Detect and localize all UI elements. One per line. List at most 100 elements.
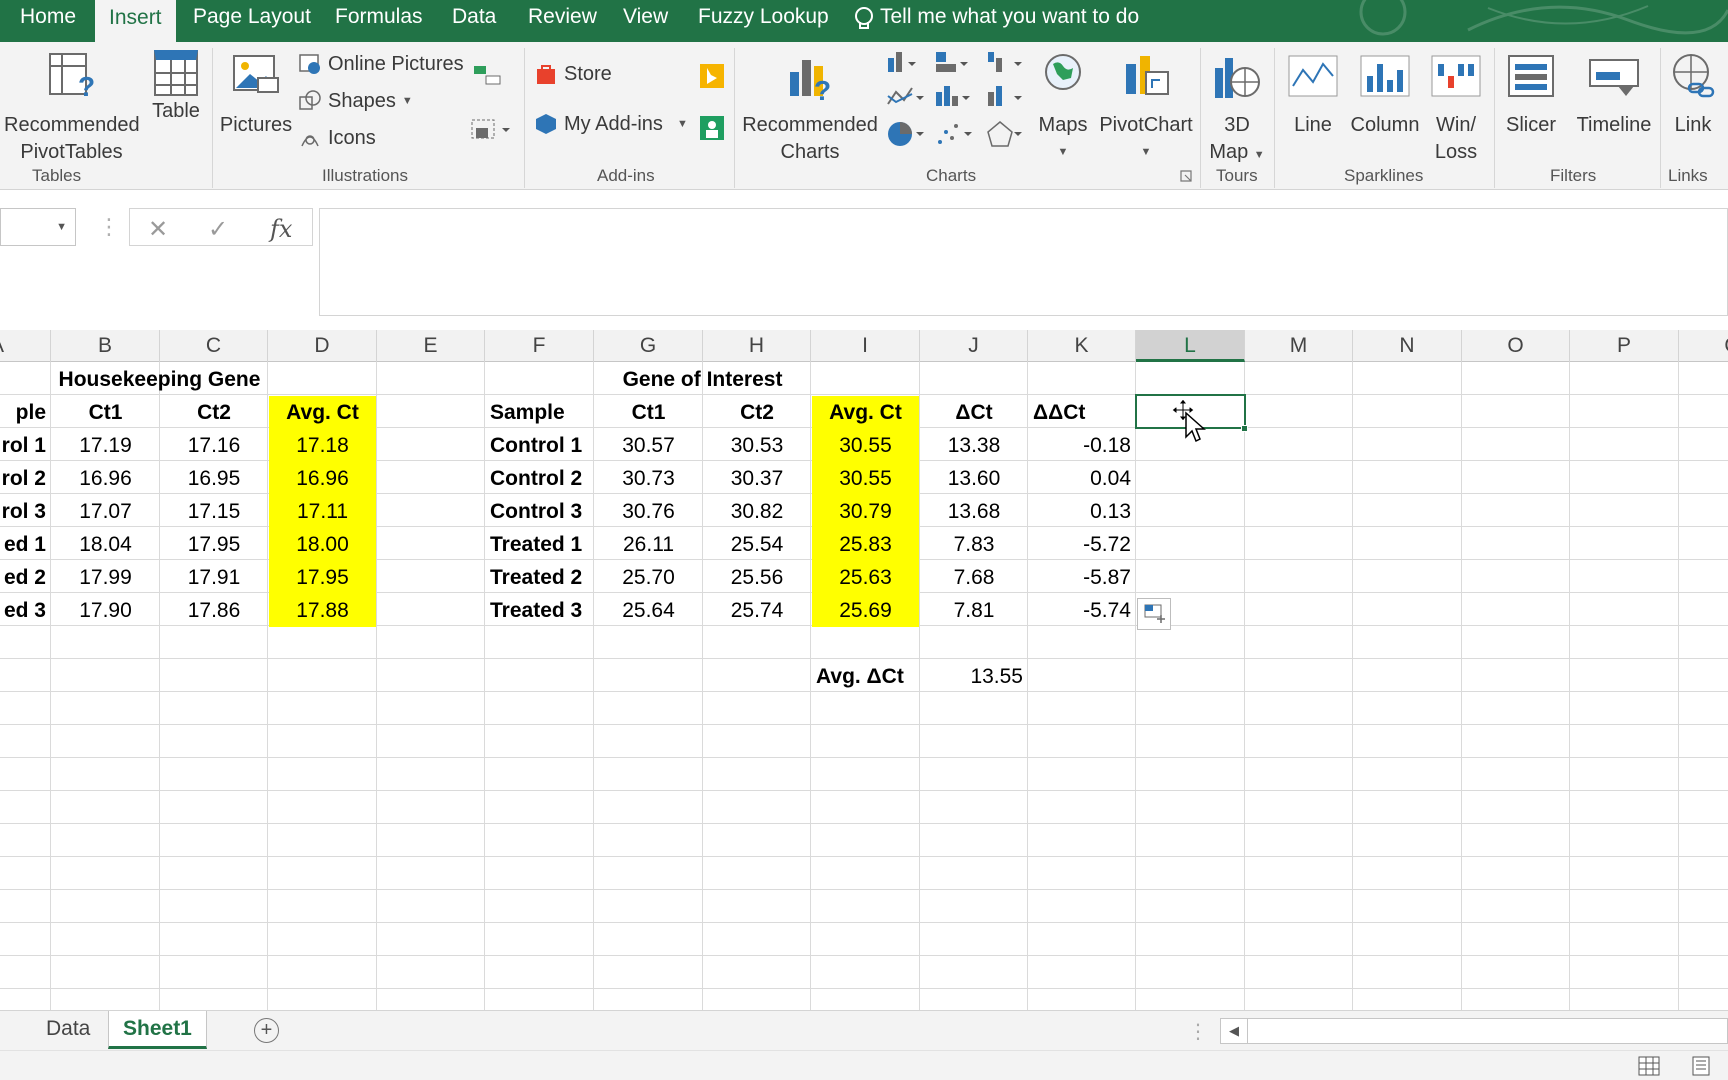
hk-data-cell[interactable]: 17.19: [52, 429, 159, 462]
link-button[interactable]: Link: [1664, 50, 1722, 139]
goi-data-cell[interactable]: 7.81: [921, 594, 1027, 627]
hk-data-cell[interactable]: 17.07: [52, 495, 159, 528]
name-box[interactable]: ▼: [0, 208, 76, 246]
bing-maps-icon[interactable]: [698, 62, 726, 90]
sparkline-column-button[interactable]: Column: [1346, 50, 1424, 139]
cancel-icon[interactable]: ✕: [148, 215, 168, 244]
goi-data-cell[interactable]: 25.69: [812, 594, 919, 627]
slicer-button[interactable]: Slicer: [1502, 50, 1560, 139]
hk-data-cell[interactable]: ed 3: [0, 594, 50, 627]
store-button[interactable]: Store: [534, 62, 612, 86]
worksheet-grid[interactable]: ABCDEFGHIJKLMNOPQ Housekeeping Gene Gene …: [0, 330, 1728, 1010]
hk-data-cell[interactable]: rol 1: [0, 429, 50, 462]
goi-data-cell[interactable]: 25.74: [704, 594, 810, 627]
hk-data-cell[interactable]: 17.88: [269, 594, 376, 627]
column-header-k[interactable]: K: [1028, 330, 1136, 362]
column-header-j[interactable]: J: [920, 330, 1028, 362]
goi-data-cell[interactable]: 30.55: [812, 429, 919, 462]
tab-insert[interactable]: Insert: [95, 0, 176, 42]
goi-data-cell[interactable]: 0.04: [1029, 462, 1135, 495]
goi-header-cell[interactable]: ΔΔCt: [1029, 396, 1135, 429]
pivotchart-button[interactable]: PivotChart ▼: [1098, 50, 1194, 166]
column-header-d[interactable]: D: [268, 330, 377, 362]
resize-handle-icon[interactable]: ⋮: [98, 214, 120, 240]
chevron-down-icon[interactable]: ▼: [56, 221, 67, 233]
goi-data-cell[interactable]: 30.57: [595, 429, 702, 462]
column-header-h[interactable]: H: [703, 330, 811, 362]
housekeeping-gene-title[interactable]: Housekeeping Gene: [52, 363, 267, 396]
pictures-button[interactable]: Pictures: [218, 50, 294, 139]
column-header-f[interactable]: F: [485, 330, 594, 362]
hk-data-cell[interactable]: ed 1: [0, 528, 50, 561]
goi-data-cell[interactable]: Control 3: [486, 495, 593, 528]
hk-data-cell[interactable]: 16.96: [52, 462, 159, 495]
goi-data-cell[interactable]: 30.53: [704, 429, 810, 462]
column-header-c[interactable]: C: [160, 330, 268, 362]
horizontal-scrollbar[interactable]: ◀: [1220, 1018, 1728, 1044]
avg-dct-value[interactable]: 13.55: [921, 660, 1027, 693]
table-button[interactable]: Table: [146, 50, 206, 125]
tell-me-search[interactable]: Tell me what you want to do: [854, 0, 1139, 34]
hk-data-cell[interactable]: 17.15: [161, 495, 267, 528]
tab-fuzzy-lookup[interactable]: Fuzzy Lookup: [698, 0, 829, 42]
shapes-button[interactable]: Shapes ▼: [298, 89, 413, 113]
column-header-o[interactable]: O: [1462, 330, 1570, 362]
goi-data-cell[interactable]: Treated 2: [486, 561, 593, 594]
hk-data-cell[interactable]: 17.11: [269, 495, 376, 528]
timeline-button[interactable]: Timeline: [1570, 50, 1658, 139]
maps-button[interactable]: Maps ▼: [1038, 50, 1088, 166]
goi-data-cell[interactable]: 30.37: [704, 462, 810, 495]
column-header-p[interactable]: P: [1570, 330, 1679, 362]
goi-data-cell[interactable]: Treated 3: [486, 594, 593, 627]
hk-data-cell[interactable]: 16.96: [269, 462, 376, 495]
page-layout-view-icon[interactable]: [1690, 1056, 1712, 1076]
icons-button[interactable]: Icons: [298, 126, 376, 150]
goi-data-cell[interactable]: 30.73: [595, 462, 702, 495]
chart-type-gallery[interactable]: [884, 48, 1044, 156]
hk-data-cell[interactable]: 18.04: [52, 528, 159, 561]
goi-data-cell[interactable]: 13.38: [921, 429, 1027, 462]
sheet-tab-data[interactable]: Data: [32, 1011, 104, 1049]
goi-data-cell[interactable]: 25.56: [704, 561, 810, 594]
hk-data-cell[interactable]: 16.95: [161, 462, 267, 495]
hk-data-cell[interactable]: 17.99: [52, 561, 159, 594]
tab-data[interactable]: Data: [452, 0, 496, 42]
column-header-g[interactable]: G: [594, 330, 703, 362]
goi-header-cell[interactable]: Sample: [486, 396, 593, 429]
goi-data-cell[interactable]: 30.82: [704, 495, 810, 528]
insert-function-icon[interactable]: fx: [270, 215, 292, 243]
goi-header-cell[interactable]: Avg. Ct: [812, 396, 919, 429]
goi-data-cell[interactable]: 26.11: [595, 528, 702, 561]
goi-data-cell[interactable]: 25.54: [704, 528, 810, 561]
normal-view-icon[interactable]: [1638, 1056, 1660, 1076]
goi-data-cell[interactable]: Treated 1: [486, 528, 593, 561]
dialog-launcher-icon[interactable]: [1180, 170, 1192, 182]
sparkline-line-button[interactable]: Line: [1284, 50, 1342, 139]
goi-header-cell[interactable]: Ct2: [704, 396, 810, 429]
goi-data-cell[interactable]: 25.63: [812, 561, 919, 594]
column-header-l[interactable]: L: [1136, 330, 1245, 362]
add-sheet-icon[interactable]: +: [254, 1018, 279, 1043]
smartart-icon[interactable]: [472, 64, 502, 86]
quick-analysis-button[interactable]: [1137, 598, 1171, 630]
hk-data-cell[interactable]: 18.00: [269, 528, 376, 561]
goi-data-cell[interactable]: 30.79: [812, 495, 919, 528]
goi-data-cell[interactable]: 13.60: [921, 462, 1027, 495]
hk-data-cell[interactable]: 17.18: [269, 429, 376, 462]
column-header-a[interactable]: A: [0, 330, 51, 362]
scroll-left-icon[interactable]: ◀: [1229, 1023, 1239, 1039]
column-header-e[interactable]: E: [377, 330, 485, 362]
goi-data-cell[interactable]: -5.72: [1029, 528, 1135, 561]
sparkline-winloss-button[interactable]: Win/ Loss: [1428, 50, 1484, 166]
gene-of-interest-title[interactable]: Gene of Interest: [595, 363, 810, 396]
goi-data-cell[interactable]: 7.68: [921, 561, 1027, 594]
goi-data-cell[interactable]: Control 2: [486, 462, 593, 495]
formula-input[interactable]: [319, 208, 1728, 316]
goi-data-cell[interactable]: 25.70: [595, 561, 702, 594]
hk-data-cell[interactable]: ed 2: [0, 561, 50, 594]
goi-data-cell[interactable]: 30.55: [812, 462, 919, 495]
goi-data-cell[interactable]: -5.87: [1029, 561, 1135, 594]
tab-page-layout[interactable]: Page Layout: [193, 0, 311, 42]
sheet-tab-sheet1[interactable]: Sheet1: [108, 1011, 207, 1049]
hk-data-cell[interactable]: 17.95: [161, 528, 267, 561]
